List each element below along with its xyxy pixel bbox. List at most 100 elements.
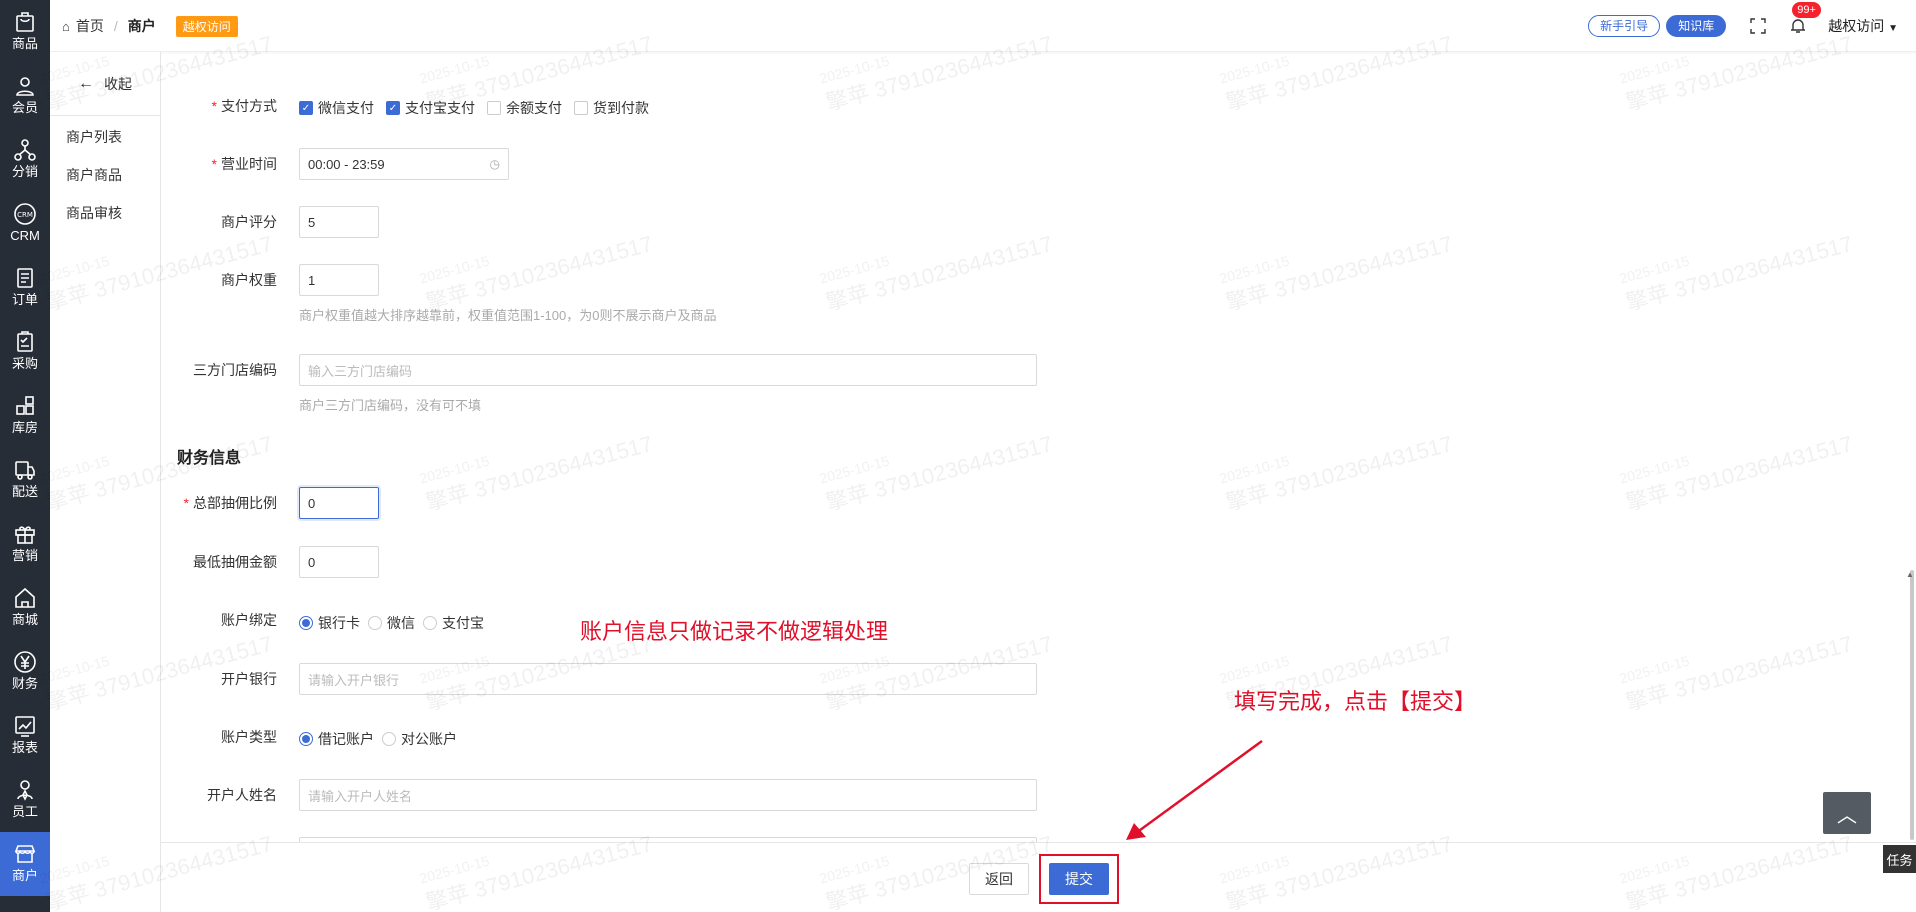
min-commission-input[interactable]: 0 — [299, 546, 379, 578]
svg-text:CRM: CRM — [17, 211, 33, 219]
nav-item-goods[interactable]: 商品 — [0, 0, 50, 64]
holder-label: 开户人姓名 — [207, 787, 277, 803]
collapse-label: 收起 — [104, 75, 132, 92]
checkbox-checked-icon: ✓ — [299, 101, 313, 115]
submit-button[interactable]: 提交 — [1049, 863, 1109, 895]
nav-item-merchant[interactable]: 商户 — [0, 832, 50, 896]
gift-icon — [13, 522, 37, 546]
commission-rate-label: * 总部抽佣比例 — [183, 495, 277, 511]
nav-item-staff[interactable]: 员工 — [0, 768, 50, 832]
nav-item-distribution[interactable]: 分销 — [0, 128, 50, 192]
finance-section-title: 财务信息 — [177, 450, 242, 467]
staff-icon — [13, 778, 37, 802]
nav-item-reports[interactable]: 报表 — [0, 704, 50, 768]
subnav-item-goods-review[interactable]: 商品审核 — [50, 194, 160, 232]
commission-rate-input[interactable]: 0 — [299, 487, 379, 519]
nav-item-delivery[interactable]: 配送 — [0, 448, 50, 512]
account-bind-label: 账户绑定 — [221, 612, 277, 628]
bind-wechat-radio[interactable]: 微信 — [368, 613, 415, 633]
min-commission-label: 最低抽佣金额 — [193, 554, 277, 570]
annotation-arrow-icon — [1126, 739, 1263, 840]
bell-icon[interactable]: 99+ — [1788, 2, 1821, 36]
nav-item-mall[interactable]: 商城 — [0, 576, 50, 640]
merchant-rating-input[interactable]: 5 — [299, 206, 379, 238]
user-icon — [13, 74, 37, 98]
commission-rate-row: * 总部抽佣比例 — [161, 487, 288, 519]
nav-label: 库房 — [11, 420, 38, 435]
business-hours-input[interactable]: 00:00 - 23:59 ◷ — [299, 148, 509, 180]
checkbox-empty-icon — [487, 101, 501, 115]
account-type-options: 借记账户 对公账户 — [299, 729, 465, 749]
subnav-item-merchant-goods[interactable]: 商户商品 — [50, 156, 160, 194]
breadcrumb-home[interactable]: 首页 — [76, 16, 104, 36]
account-type-row: 账户类型 — [161, 721, 288, 753]
account-holder-input[interactable]: 请输入开户人姓名 — [299, 779, 1037, 811]
order-icon — [13, 266, 37, 290]
nav-item-member[interactable]: 会员 — [0, 64, 50, 128]
bind-bank-radio[interactable]: 银行卡 — [299, 613, 360, 633]
payment-balance-checkbox[interactable]: 余额支付 — [487, 98, 562, 118]
third-party-code-input[interactable]: 输入三方门店编码 — [299, 354, 1037, 386]
nav-item-orders[interactable]: 订单 — [0, 256, 50, 320]
form-footer: 返回 提交 — [161, 842, 1916, 912]
home-icon: ⌂ — [62, 18, 70, 34]
top-header: ⌂ 首页 / 商户 越权访问 新手引导 知识库 99+ 越权访问 ▼ — [50, 0, 1916, 52]
corporate-account-radio[interactable]: 对公账户 — [382, 729, 457, 749]
third-code-control: 输入三方门店编码 — [299, 354, 1037, 386]
nav-item-finance[interactable]: 财务 — [0, 640, 50, 704]
payment-cod-checkbox[interactable]: 货到付款 — [574, 98, 649, 118]
subnav-item-merchant-list[interactable]: 商户列表 — [50, 118, 160, 156]
payment-row: * 支付方式 — [161, 90, 288, 122]
weight-row: 商户权重 — [161, 264, 288, 296]
guide-button[interactable]: 新手引导 — [1588, 15, 1661, 37]
hours-control: 00:00 - 23:59 ◷ — [299, 148, 509, 180]
nav-label: 报表 — [11, 740, 38, 755]
nav-label: 分销 — [11, 164, 38, 179]
scroll-up-icon[interactable]: ▲ — [1906, 570, 1914, 579]
payment-wechat-checkbox[interactable]: ✓ 微信支付 — [299, 98, 374, 118]
merchant-form: * 支付方式 ✓ 微信支付 ✓ 支付宝支付 余额支付 货到付款 * 营业时间 00:00… — [161, 52, 1916, 849]
yen-icon — [13, 650, 37, 674]
back-to-top-button[interactable]: ︿ — [1823, 792, 1871, 834]
bank-input[interactable]: 请输入开户银行 — [299, 663, 1037, 695]
bind-alipay-radio[interactable]: 支付宝 — [423, 613, 484, 633]
user-name: 越权访问 — [1828, 18, 1885, 34]
third-code-label: 三方门店编码 — [193, 362, 277, 378]
warehouse-icon — [13, 394, 37, 418]
nav-item-purchase[interactable]: 采购 — [0, 320, 50, 384]
bank-label: 开户银行 — [221, 671, 277, 687]
payment-alipay-checkbox[interactable]: ✓ 支付宝支付 — [386, 98, 475, 118]
nav-item-crm[interactable]: CRM CRM — [0, 192, 50, 256]
radio-empty-icon — [382, 732, 396, 746]
payment-options: ✓ 微信支付 ✓ 支付宝支付 余额支付 货到付款 — [299, 98, 661, 118]
nav-label: CRM — [10, 228, 40, 243]
knowledge-base-button[interactable]: 知识库 — [1666, 15, 1727, 37]
payment-label: * 支付方式 — [211, 98, 277, 114]
scrollbar[interactable] — [1908, 560, 1916, 842]
radio-checked-icon — [299, 616, 313, 630]
nav-item-marketing[interactable]: 营销 — [0, 512, 50, 576]
collapse-button[interactable]: ← 收起 — [50, 52, 160, 116]
debit-account-radio[interactable]: 借记账户 — [299, 729, 374, 749]
purchase-icon — [13, 330, 37, 354]
back-button[interactable]: 返回 — [969, 863, 1029, 895]
annotation-account-note: 账户信息只做记录不做逻辑处理 — [580, 619, 889, 644]
fullscreen-icon[interactable] — [1748, 16, 1768, 36]
arrow-left-icon: ← — [78, 74, 94, 92]
account-bind-row: 账户绑定 — [161, 604, 288, 636]
nav-label: 商户 — [11, 868, 38, 883]
nav-label: 营销 — [11, 548, 38, 563]
rating-control: 5 — [299, 206, 379, 238]
merchant-weight-input[interactable]: 1 — [299, 264, 379, 296]
checkbox-checked-icon: ✓ — [386, 101, 400, 115]
task-button[interactable]: 任务 — [1883, 845, 1916, 873]
annotation-submit-note: 填写完成，点击【提交】 — [1234, 689, 1477, 714]
header-actions: 新手引导 知识库 99+ 越权访问 ▼ — [1588, 0, 1916, 52]
crm-icon: CRM — [13, 202, 37, 226]
radio-empty-icon — [423, 616, 437, 630]
nav-label: 员工 — [11, 804, 38, 819]
nav-item-warehouse[interactable]: 库房 — [0, 384, 50, 448]
radio-empty-icon — [368, 616, 382, 630]
user-menu[interactable]: 越权访问 ▼ — [1828, 16, 1898, 36]
weight-label: 商户权重 — [221, 272, 277, 288]
